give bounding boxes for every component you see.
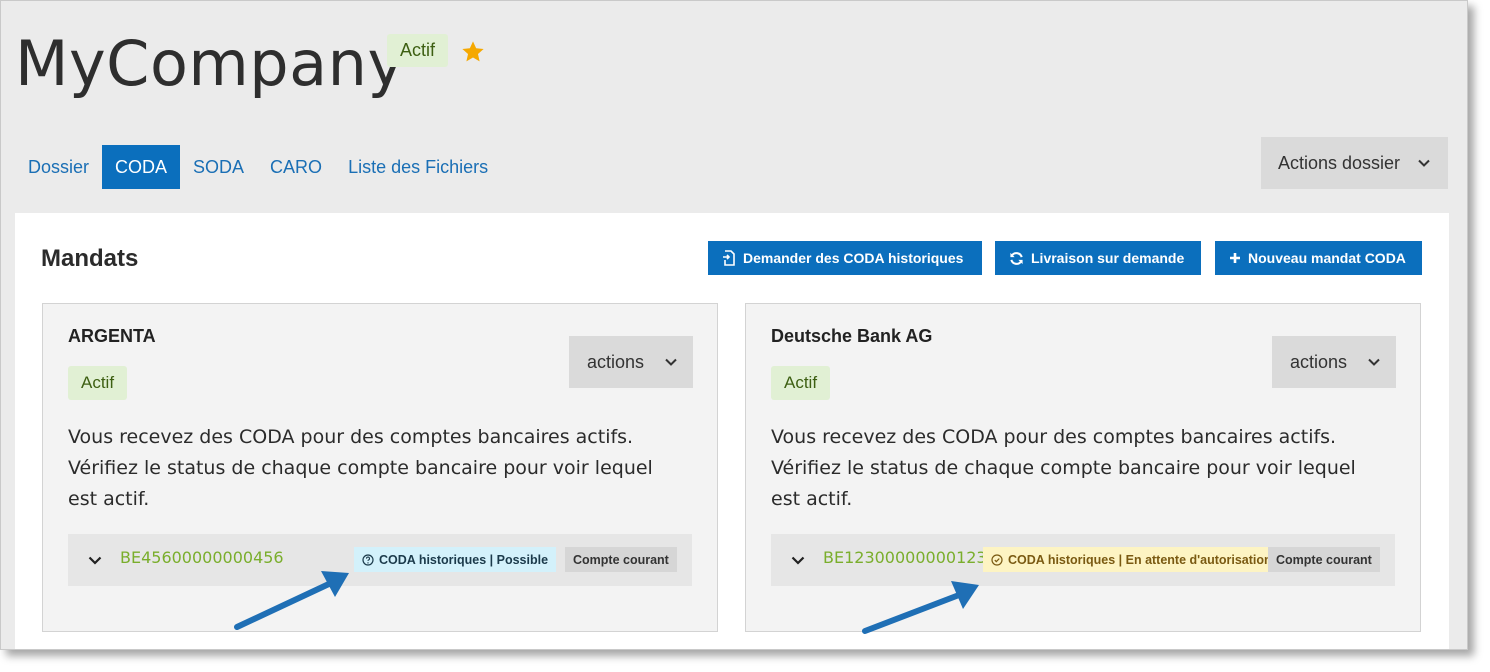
mandate-card-deutsche-bank: Deutsche Bank AG Actif actions Vous rece…	[745, 303, 1421, 632]
historical-coda-status-label: CODA historiques | Possible	[379, 552, 549, 567]
mandate-card-argenta: ARGENTA Actif actions Vous recevez des C…	[42, 303, 718, 632]
chevron-down-icon[interactable]	[88, 556, 102, 565]
account-type-tag: Compte courant	[565, 547, 677, 572]
account-type-tag: Compte courant	[1268, 547, 1380, 572]
on-demand-delivery-button[interactable]: Livraison sur demande	[995, 241, 1201, 275]
mandate-description: Vous recevez des CODA pour des comptes b…	[771, 426, 1356, 510]
historical-coda-status-tag: CODA historiques | En attente d'autorisa…	[983, 547, 1280, 572]
tab-coda[interactable]: CODA	[102, 145, 181, 189]
actions-dossier-label: Actions dossier	[1278, 152, 1401, 173]
mandats-title: Mandats	[41, 245, 139, 272]
card-actions-button[interactable]: actions	[569, 336, 693, 388]
status-badge: Actif	[387, 34, 449, 67]
historical-coda-status-label: CODA historiques | En attente d'autorisa…	[1008, 552, 1272, 567]
tab-liste-des-fichiers[interactable]: Liste des Fichiers	[335, 145, 501, 189]
status-badge: Actif	[771, 366, 831, 400]
bank-name: ARGENTA	[68, 326, 156, 346]
status-badge: Actif	[68, 366, 128, 400]
page-title: MyCompany	[15, 27, 405, 100]
chevron-down-icon	[665, 358, 677, 366]
account-row[interactable]: BE45600000000456 CODA historiques | Poss…	[68, 534, 692, 586]
bank-name: Deutsche Bank AG	[771, 326, 933, 346]
chevron-down-icon[interactable]	[791, 556, 805, 565]
tab-soda[interactable]: SODA	[180, 145, 257, 189]
actions-dossier-button[interactable]: Actions dossier	[1261, 137, 1448, 189]
on-demand-delivery-label: Livraison sur demande	[1031, 250, 1185, 266]
tab-caro[interactable]: CARO	[257, 145, 335, 189]
plus-icon	[1230, 253, 1240, 263]
refresh-icon	[1010, 251, 1023, 265]
question-circle-icon	[362, 553, 374, 566]
document-request-icon	[723, 250, 735, 266]
historical-coda-status-tag: CODA historiques | Possible	[354, 547, 557, 572]
annotation-arrow-left	[234, 571, 349, 630]
tab-bar: Dossier CODA SODA CARO Liste des Fichier…	[15, 145, 501, 189]
request-historical-coda-button[interactable]: Demander des CODA historiques	[708, 241, 982, 275]
chevron-down-icon	[1368, 358, 1380, 366]
card-actions-label: actions	[1290, 351, 1348, 372]
card-actions-label: actions	[587, 351, 645, 372]
card-actions-button[interactable]: actions	[1272, 336, 1396, 388]
chevron-down-icon	[1418, 159, 1430, 167]
request-historical-coda-label: Demander des CODA historiques	[743, 250, 964, 266]
star-icon[interactable]	[460, 39, 486, 65]
mandate-description: Vous recevez des CODA pour des comptes b…	[68, 426, 653, 510]
new-coda-mandate-label: Nouveau mandat CODA	[1248, 250, 1406, 266]
clock-check-icon	[991, 553, 1003, 566]
account-iban[interactable]: BE12300000000123	[823, 548, 987, 567]
tab-dossier[interactable]: Dossier	[15, 145, 102, 189]
annotation-arrow-right	[862, 581, 979, 634]
new-coda-mandate-button[interactable]: Nouveau mandat CODA	[1215, 241, 1422, 275]
app-window: MyCompany Actif Dossier CODA SODA CARO L…	[0, 0, 1468, 650]
